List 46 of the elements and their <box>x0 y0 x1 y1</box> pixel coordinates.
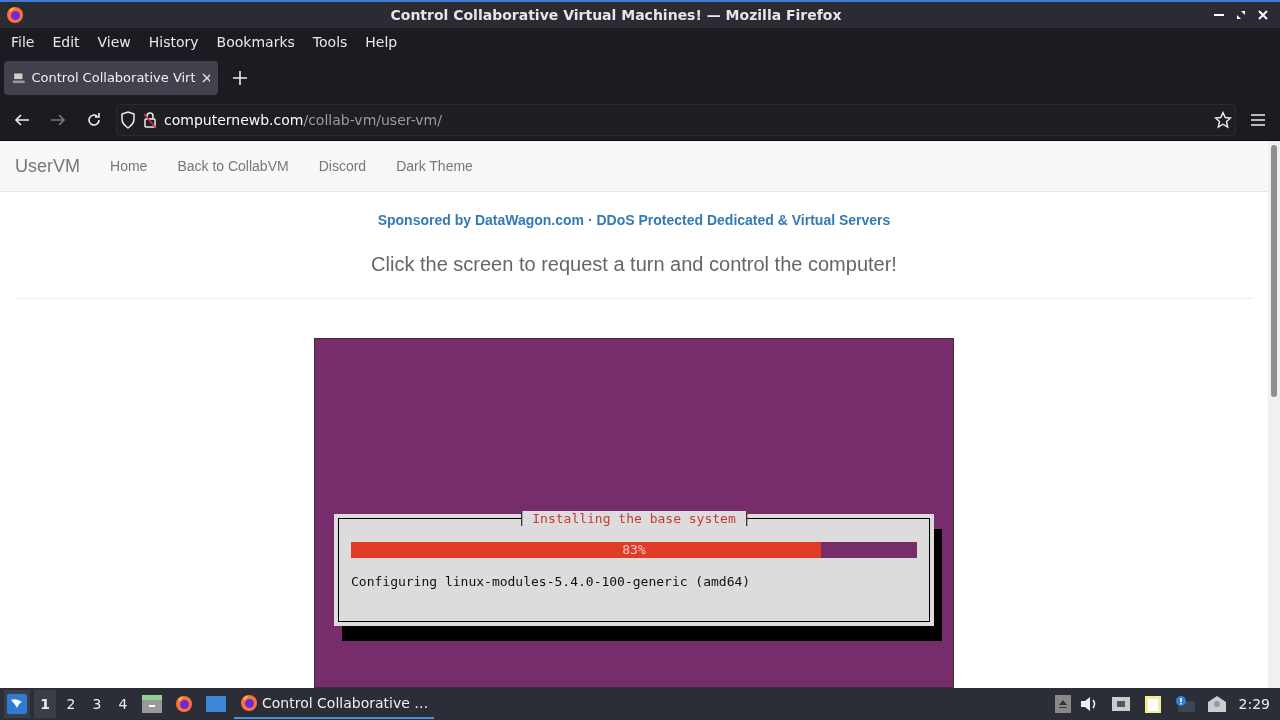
firefox-icon <box>240 694 258 712</box>
forward-arrow-icon[interactable] <box>50 112 66 128</box>
sponsor-link[interactable]: Sponsored by DataWagon.com · DDoS Protected Dedicated & Virtual Servers <box>377 212 891 228</box>
address-bar[interactable]: computernewb.com/collab-vm/user-vm/ <box>116 104 1236 136</box>
reload-icon[interactable] <box>86 112 102 128</box>
workspace-button[interactable]: 4 <box>112 690 134 718</box>
back-arrow-icon[interactable] <box>14 112 30 128</box>
insecure-lock-icon[interactable] <box>142 111 158 129</box>
nav-link[interactable]: Home <box>110 158 148 174</box>
menu-item[interactable]: Bookmarks <box>207 33 304 50</box>
workspace-button[interactable]: 2 <box>60 690 82 718</box>
firefox-icon <box>6 6 24 24</box>
workspace-button[interactable]: 3 <box>86 690 108 718</box>
page-heading: Click the screen to request a turn and control the computer! <box>370 253 898 276</box>
eject-icon[interactable] <box>1054 695 1071 713</box>
nav-link[interactable]: Back to CollabVM <box>177 158 289 174</box>
star-icon[interactable] <box>1214 111 1232 129</box>
maximize-icon[interactable] <box>1236 10 1246 20</box>
site-brand[interactable]: UserVM <box>15 155 80 177</box>
tab-title: Control Collaborative Virt <box>31 70 196 85</box>
nav-link[interactable]: Dark Theme <box>396 158 473 174</box>
menu-item[interactable]: Tools <box>303 33 357 50</box>
menu-item[interactable]: File <box>2 33 44 50</box>
browser-tab[interactable]: Control Collaborative Virt <box>4 60 218 95</box>
menu-item[interactable]: Edit <box>43 33 89 50</box>
vm-screen[interactable]: Installing the base system 83% Configuring linux-modules-5.4.0-100-generic (amd64) <box>314 338 954 688</box>
close-icon[interactable] <box>201 72 210 83</box>
url-text: computernewb.com/collab-vm/user-vm/ <box>164 112 443 128</box>
firefox-icon[interactable] <box>175 695 193 713</box>
menu-item[interactable]: View <box>88 33 140 50</box>
plus-icon[interactable] <box>233 70 247 85</box>
start-menu-button[interactable] <box>4 690 30 718</box>
nav-link[interactable]: Discord <box>318 158 367 174</box>
progress-reading: 83% <box>622 542 646 558</box>
dialog-title: Installing the base system <box>521 511 747 526</box>
workspace-button[interactable]: 1 <box>34 690 56 718</box>
menu-item[interactable]: Help <box>356 33 407 50</box>
scrollbar[interactable] <box>1268 141 1280 688</box>
clock: 2:29 <box>1238 696 1270 712</box>
computer-icon <box>12 69 26 86</box>
status-text: Configuring linux-modules-5.4.0-100-generic (amd64) <box>351 574 752 589</box>
menu-icon[interactable] <box>1250 113 1266 127</box>
window-title: Control Collaborative Virtual Machines! — Mozilla Firefox <box>389 7 843 23</box>
shield-icon[interactable] <box>120 111 136 129</box>
menu-item[interactable]: History <box>139 33 208 50</box>
taskbar-task[interactable]: Control Collaborative … <box>234 689 435 719</box>
